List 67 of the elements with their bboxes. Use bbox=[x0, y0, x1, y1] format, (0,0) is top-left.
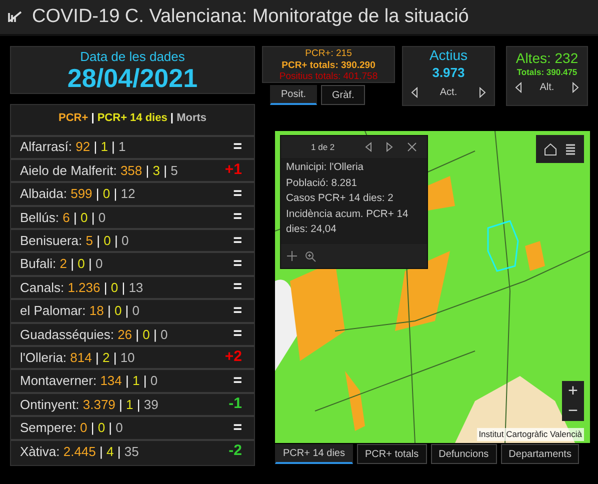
trend-indicator: +1 bbox=[224, 160, 242, 180]
popup-text: Municipi: l'Olleria bbox=[286, 161, 364, 175]
municipality-stats: Xàtiva: 2.445 | 4 | 35 bbox=[20, 442, 139, 461]
municipality-stats: Ontinyent: 3.379 | 1 | 39 bbox=[20, 396, 158, 414]
popup-text: Població: 8.281 bbox=[286, 176, 358, 191]
municipality-stats: Benisuera: 5 | 0 | 0 bbox=[20, 232, 129, 250]
popup-text: Casos PCR+ 14 dies: 2 bbox=[286, 192, 394, 206]
trend-indicator: = bbox=[233, 230, 242, 251]
nav-button[interactable]: Alt. bbox=[540, 80, 554, 95]
popup-pager: 1 de 2 bbox=[311, 140, 336, 154]
trend-indicator: = bbox=[233, 207, 242, 228]
zoom-in-button[interactable]: + bbox=[562, 381, 584, 401]
municipality-stats: l'Olleria: 814 | 2 | 10 bbox=[20, 348, 135, 367]
municipality-stats: Bufali: 2 | 0 | 0 bbox=[20, 255, 103, 274]
trend-indicator: = bbox=[233, 370, 242, 391]
pcr-stat: PCR+: 215 bbox=[304, 48, 353, 60]
home-icon[interactable] bbox=[544, 142, 557, 156]
active-value: 3.973 bbox=[431, 64, 466, 82]
municipality-stats: Alfarrasí: 92 | 1 | 1 bbox=[20, 138, 126, 156]
trend-indicator: = bbox=[233, 184, 242, 204]
trend-indicator: = bbox=[233, 300, 242, 321]
municipality-stats: Guadasséquies: 26 | 0 | 0 bbox=[20, 326, 168, 344]
previous-icon[interactable] bbox=[411, 86, 418, 98]
dashboard-title: COVID-19 C. Valenciana: Monitoratge de la situació bbox=[32, 4, 469, 29]
date-value: 28/04/2021 bbox=[66, 64, 199, 92]
date-label: Data de les dades bbox=[79, 49, 186, 64]
trend-indicator: +2 bbox=[224, 347, 242, 368]
close-icon[interactable] bbox=[407, 142, 417, 152]
tab[interactable]: Gràf. bbox=[321, 85, 366, 105]
previous-icon[interactable] bbox=[365, 142, 372, 152]
municipality-stats: Albaida: 599 | 0 | 12 bbox=[20, 185, 136, 204]
pcr-stat: PCR+ totals: 390.290 bbox=[280, 60, 376, 71]
tab[interactable]: PCR+ 14 dies bbox=[275, 444, 353, 464]
next-icon[interactable] bbox=[478, 86, 486, 98]
municipality-stats: Montaverner: 134 | 1 | 0 bbox=[20, 372, 158, 390]
trend-indicator: = bbox=[233, 277, 242, 298]
tab[interactable]: Posit. bbox=[270, 85, 318, 105]
discharge-title: Altes: 232 bbox=[514, 49, 580, 67]
list-legend: PCR+ | PCR+ 14 dies | Morts bbox=[11, 105, 254, 134]
trend-indicator: = bbox=[233, 136, 242, 157]
logo-icon bbox=[8, 11, 22, 23]
pcr-stat: Positius totals: 401.758 bbox=[278, 71, 379, 82]
trend-indicator: -2 bbox=[228, 441, 242, 462]
tab[interactable]: Departaments bbox=[500, 444, 580, 464]
discharge-total: Totals: 390.475 bbox=[516, 67, 578, 78]
next-icon[interactable] bbox=[572, 82, 579, 93]
list-icon[interactable] bbox=[565, 143, 576, 155]
municipality-stats: Aielo de Malferit: 358 | 3 | 5 bbox=[20, 162, 178, 180]
map-attribution: Institut Cartogràfic Valencià bbox=[476, 428, 584, 441]
municipality-stats: Sempere: 0 | 0 | 0 bbox=[20, 419, 123, 438]
tab[interactable]: Defuncions bbox=[430, 444, 497, 464]
trend-indicator: = bbox=[233, 324, 242, 344]
active-title: Actius bbox=[428, 47, 469, 63]
previous-icon[interactable] bbox=[515, 82, 522, 93]
municipality-stats: Bellús: 6 | 0 | 0 bbox=[20, 208, 106, 227]
nav-button[interactable]: Act. bbox=[440, 84, 458, 100]
zoom-to-icon[interactable] bbox=[305, 250, 316, 262]
trend-indicator: = bbox=[233, 254, 242, 274]
municipality-stats: el Palomar: 18 | 0 | 0 bbox=[20, 302, 140, 320]
popup-text: Incidència acum. PCR+ 14 dies: 24,04 bbox=[286, 208, 410, 238]
trend-indicator: = bbox=[233, 418, 242, 438]
zoom-out-button[interactable]: − bbox=[562, 401, 584, 421]
municipality-stats: Canals: 1.236 | 0 | 13 bbox=[20, 278, 144, 297]
move-icon[interactable] bbox=[287, 251, 297, 261]
tab[interactable]: PCR+ totals bbox=[356, 444, 427, 464]
next-icon[interactable] bbox=[386, 142, 393, 152]
trend-indicator: -1 bbox=[228, 394, 242, 414]
